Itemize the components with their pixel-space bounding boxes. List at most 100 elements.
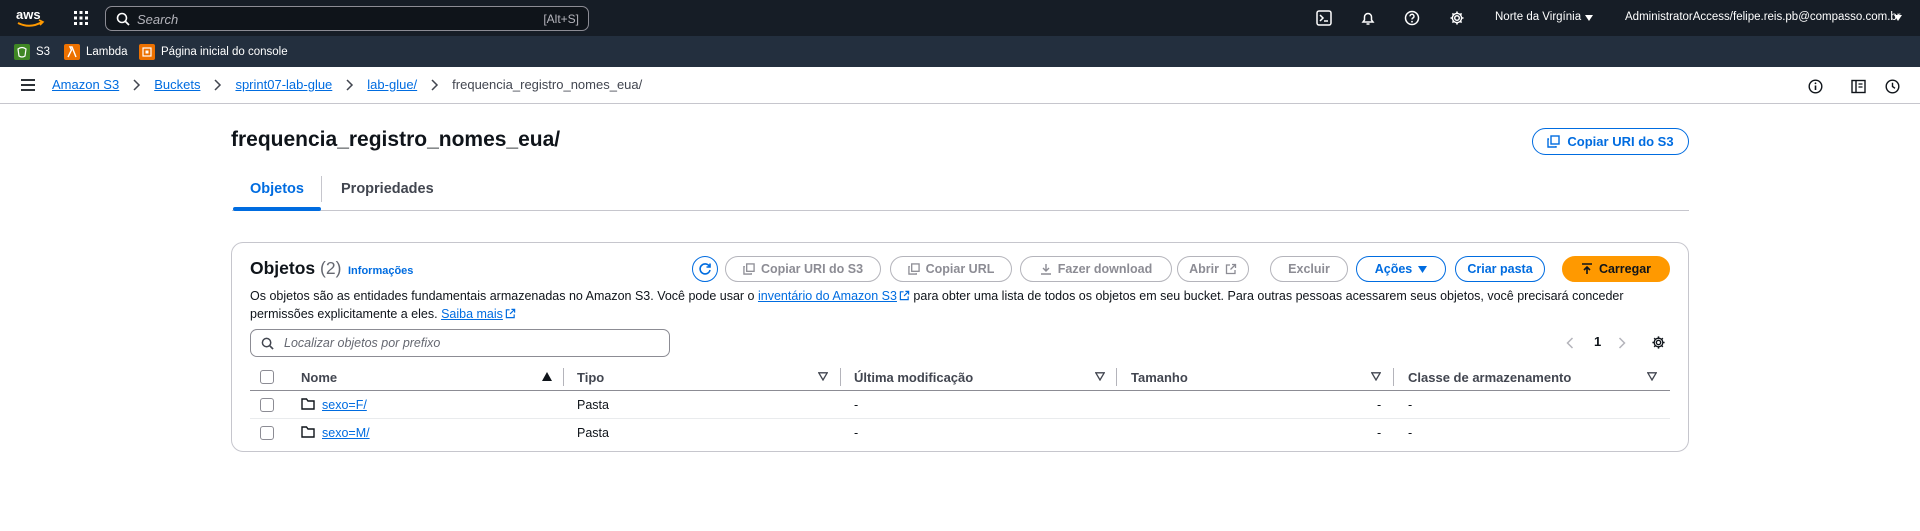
table-row[interactable]: sexo=M/ Pasta - - - — [250, 419, 1670, 447]
external-link-icon — [505, 308, 516, 319]
refresh-button[interactable] — [692, 256, 718, 282]
create-folder-button[interactable]: Criar pasta — [1455, 256, 1545, 282]
select-all-checkbox[interactable] — [260, 370, 274, 384]
chevron-left-icon[interactable] — [1566, 337, 1574, 349]
actions-dropdown[interactable]: Ações — [1356, 256, 1446, 282]
upload-button[interactable]: Carregar — [1562, 256, 1670, 282]
column-header-name[interactable]: Nome — [301, 370, 337, 385]
copy-s3-uri-button[interactable]: Copiar URI do S3 — [1532, 128, 1689, 155]
region-selector[interactable]: Norte da Virgínia — [1495, 11, 1581, 23]
column-header-storage-class[interactable]: Classe de armazenamento — [1408, 370, 1571, 385]
caret-down-icon — [1894, 15, 1902, 21]
sort-icon[interactable] — [818, 372, 828, 381]
copy-icon — [743, 263, 755, 275]
sort-ascending-icon[interactable] — [542, 372, 552, 381]
copy-url-button[interactable]: Copiar URL — [890, 256, 1012, 282]
gear-icon[interactable] — [1651, 335, 1666, 350]
chevron-right-icon — [132, 78, 141, 91]
cloudshell-icon[interactable] — [1316, 10, 1332, 26]
download-button[interactable]: Fazer download — [1020, 256, 1172, 282]
copy-icon — [907, 263, 920, 275]
object-name-link[interactable]: sexo=F/ — [322, 398, 367, 412]
objects-heading: Objetos (2) — [250, 258, 341, 279]
breadcrumb-amazon-s3[interactable]: Amazon S3 — [52, 77, 119, 92]
table-header: Nome Tipo Última modificação Tamanho Cla… — [250, 363, 1670, 391]
column-header-type[interactable]: Tipo — [577, 370, 604, 385]
delete-button[interactable]: Excluir — [1270, 256, 1348, 282]
tab-properties[interactable]: Propriedades — [341, 181, 434, 197]
services-grid-icon[interactable] — [73, 10, 89, 26]
description-text: Os objetos são as entidades fundamentais… — [250, 289, 758, 303]
help-icon[interactable] — [1404, 10, 1420, 26]
info-link[interactable]: Informações — [348, 265, 413, 277]
sort-icon[interactable] — [1095, 372, 1105, 381]
menu-icon[interactable] — [21, 79, 35, 91]
search-shortcut: [Alt+S] — [543, 12, 579, 26]
column-divider — [840, 368, 841, 386]
delete-label: Excluir — [1288, 262, 1330, 276]
breadcrumb-buckets[interactable]: Buckets — [154, 77, 200, 92]
object-name-link[interactable]: sexo=M/ — [322, 426, 370, 440]
column-divider — [563, 368, 564, 386]
tab-objects[interactable]: Objetos — [250, 181, 304, 197]
chevron-right-icon — [213, 78, 222, 91]
active-tab-indicator — [233, 207, 321, 211]
external-link-icon — [899, 290, 910, 301]
favorite-lambda[interactable]: Lambda — [64, 44, 128, 60]
page-title: frequencia_registro_nomes_eua/ — [231, 128, 561, 151]
column-header-last-modified[interactable]: Última modificação — [854, 370, 973, 385]
chevron-right-icon[interactable] — [1618, 337, 1626, 349]
breadcrumb: Amazon S3 Buckets sprint07-lab-glue lab-… — [52, 77, 642, 92]
s3-icon — [14, 44, 30, 60]
refresh-icon — [699, 263, 711, 275]
search-icon — [116, 12, 130, 26]
upload-label: Carregar — [1598, 262, 1652, 276]
search-input[interactable]: Search [Alt+S] — [105, 6, 589, 31]
page-number[interactable]: 1 — [1594, 334, 1601, 349]
object-storage-class: - — [1408, 398, 1413, 412]
gear-icon[interactable] — [1449, 10, 1465, 26]
favorite-s3[interactable]: S3 — [14, 44, 50, 60]
prefix-search-input[interactable]: Localizar objetos por prefixo — [250, 329, 670, 357]
history-icon[interactable] — [1885, 79, 1900, 94]
lambda-icon — [64, 44, 80, 60]
sort-icon[interactable] — [1647, 372, 1657, 381]
open-button[interactable]: Abrir — [1177, 256, 1249, 282]
folder-icon — [301, 398, 315, 410]
row-checkbox[interactable] — [260, 426, 274, 440]
upload-icon — [1581, 263, 1593, 275]
console-home-icon — [139, 44, 155, 60]
actions-label: Ações — [1374, 262, 1413, 276]
objects-description: Os objetos são as entidades fundamentais… — [250, 287, 1670, 323]
chevron-right-icon — [345, 78, 354, 91]
copy-s3-uri-button-disabled[interactable]: Copiar URI do S3 — [725, 256, 881, 282]
object-last-modified: - — [854, 426, 859, 440]
table-row[interactable]: sexo=F/ Pasta - - - — [250, 391, 1670, 419]
account-menu[interactable]: AdministratorAccess/felipe.reis.pb@compa… — [1625, 11, 1901, 23]
download-label: Fazer download — [1057, 262, 1153, 276]
object-last-modified: - — [854, 398, 859, 412]
favorite-console-home[interactable]: Página inicial do console — [139, 44, 288, 60]
sort-icon[interactable] — [1371, 372, 1381, 381]
search-placeholder: Search — [137, 12, 179, 27]
breadcrumb-bar: Amazon S3 Buckets sprint07-lab-glue lab-… — [0, 67, 1920, 104]
inventory-link[interactable]: inventário do Amazon S3 — [758, 289, 897, 303]
learn-more-link[interactable]: Saiba mais — [441, 307, 503, 321]
object-size: - — [1377, 398, 1382, 412]
tab-list: Objetos Propriedades — [232, 176, 1689, 211]
column-header-size[interactable]: Tamanho — [1131, 370, 1188, 385]
open-label: Abrir — [1189, 262, 1219, 276]
info-icon[interactable] — [1808, 79, 1823, 94]
aws-logo-icon[interactable]: aws — [15, 7, 45, 29]
notes-panel-icon[interactable] — [1851, 79, 1866, 94]
bell-icon[interactable] — [1360, 10, 1376, 26]
object-type: Pasta — [577, 398, 609, 412]
breadcrumb-bucket[interactable]: sprint07-lab-glue — [235, 77, 332, 92]
favorites-bar: S3 Lambda Página inicial do console — [0, 36, 1920, 67]
breadcrumb-folder[interactable]: lab-glue/ — [367, 77, 417, 92]
tab-divider — [321, 176, 322, 202]
row-checkbox[interactable] — [260, 398, 274, 412]
object-storage-class: - — [1408, 426, 1413, 440]
favorite-label: Página inicial do console — [161, 46, 288, 58]
favorite-label: Lambda — [86, 46, 128, 58]
